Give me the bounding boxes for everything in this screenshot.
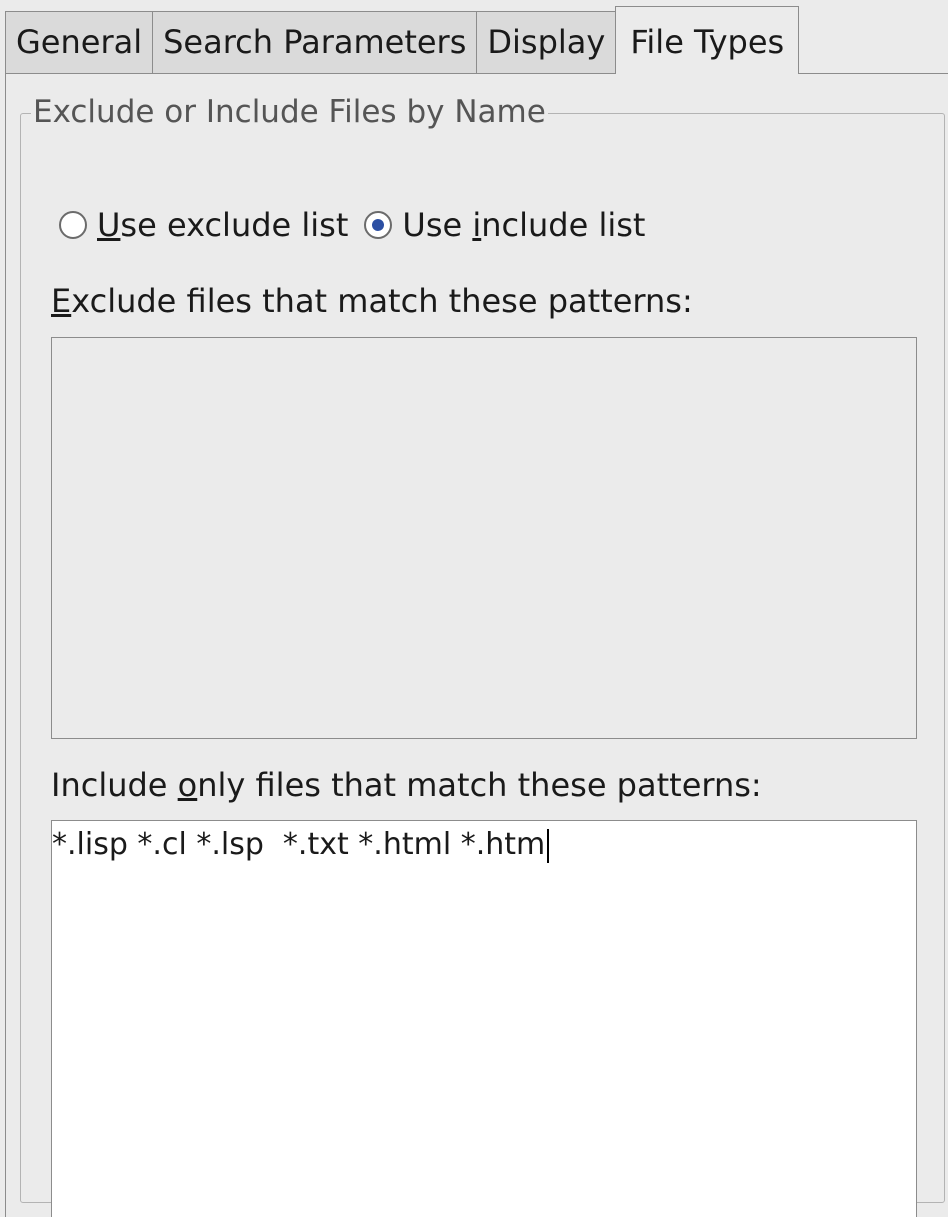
mode-radio-row: Use exclude list Use include list: [59, 206, 661, 244]
use-exclude-list-label: Use exclude list: [97, 206, 349, 244]
tab-bar: General Search Parameters Display File T…: [5, 6, 800, 74]
tab-content-panel: Exclude or Include Files by Name Use exc…: [5, 73, 948, 1217]
use-exclude-list-radio[interactable]: Use exclude list: [59, 206, 348, 244]
file-types-preferences-panel: General Search Parameters Display File T…: [0, 0, 948, 1217]
radio-checked-icon[interactable]: [364, 211, 393, 239]
tab-general[interactable]: General: [5, 11, 154, 73]
use-include-list-radio[interactable]: Use include list: [364, 206, 645, 244]
include-patterns-label: Include only files that match these patt…: [51, 766, 762, 804]
include-patterns-textarea[interactable]: *.lisp *.cl *.lsp *.txt *.html *.htm: [51, 820, 917, 1217]
tab-file-types[interactable]: File Types: [615, 6, 800, 74]
group-title: Exclude or Include Files by Name: [31, 94, 548, 130]
include-patterns-value: *.lisp *.cl *.lsp *.txt *.html *.htm: [52, 827, 546, 862]
radio-unchecked-icon[interactable]: [59, 211, 87, 239]
exclude-include-group: Exclude or Include Files by Name Use exc…: [20, 94, 945, 1217]
text-cursor: [547, 828, 550, 863]
use-include-list-label: Use include list: [402, 206, 646, 244]
tab-search-parameters[interactable]: Search Parameters: [152, 11, 478, 73]
exclude-patterns-textarea[interactable]: [51, 337, 917, 739]
exclude-patterns-label: Exclude files that match these patterns:: [51, 282, 693, 320]
tab-divider: [5, 73, 948, 74]
tab-display[interactable]: Display: [476, 11, 617, 73]
